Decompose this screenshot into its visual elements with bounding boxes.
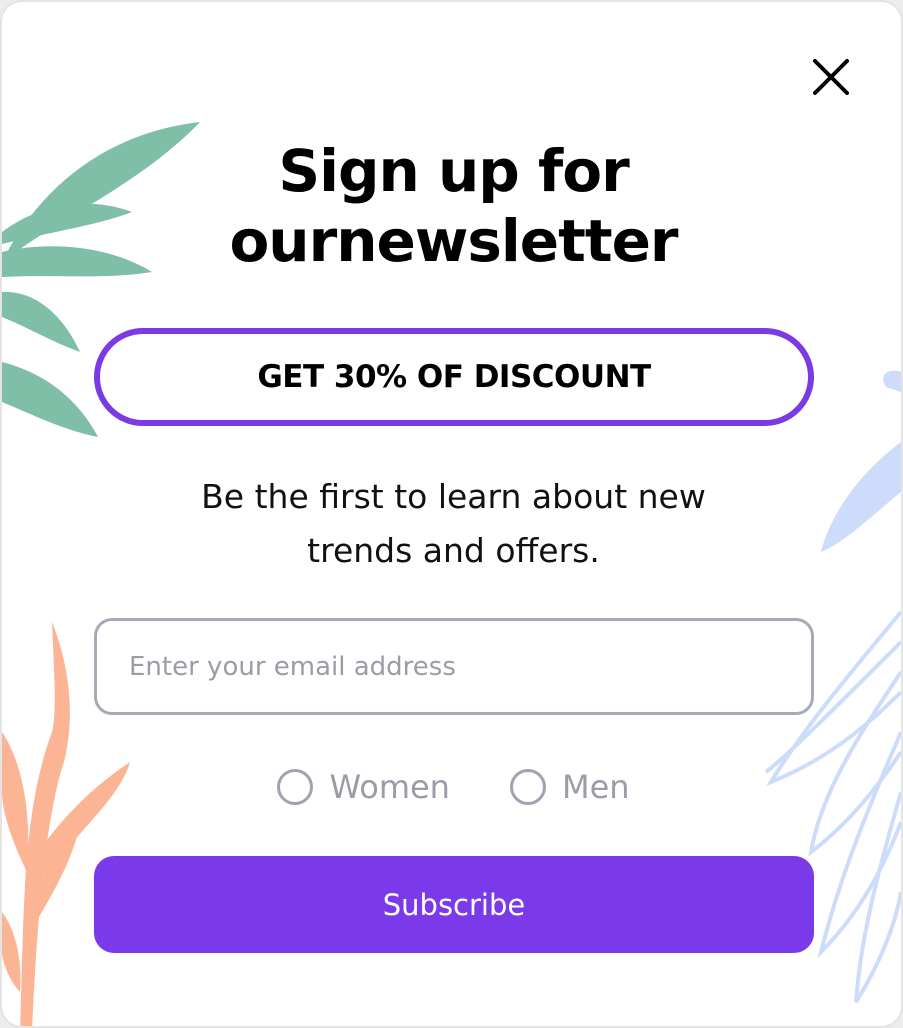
radio-option-women[interactable]: Women <box>277 764 450 810</box>
close-icon <box>813 59 849 95</box>
gender-radio-group: Women Men <box>2 764 901 810</box>
radio-label-women: Women <box>329 768 450 806</box>
radio-option-men[interactable]: Men <box>509 764 630 810</box>
radio-label-men: Men <box>561 768 630 806</box>
close-button[interactable] <box>808 54 854 100</box>
radio-women[interactable] <box>277 769 314 805</box>
email-input[interactable] <box>94 618 814 715</box>
newsletter-popup: Sign up for ournewsletter GET 30% OF DIS… <box>0 0 903 1028</box>
title-line-1: Sign up for <box>278 137 629 205</box>
discount-badge-label: GET 30% OF DISCOUNT <box>257 359 651 395</box>
subtitle-line-1: Be the first to learn about new <box>201 477 706 516</box>
radio-men[interactable] <box>509 769 546 805</box>
subtitle-line-2: trends and offers. <box>307 531 600 570</box>
discount-badge: GET 30% OF DISCOUNT <box>94 328 814 426</box>
popup-subtitle: Be the first to learn about new trends a… <box>2 470 901 578</box>
subscribe-button[interactable]: Subscribe <box>94 856 814 953</box>
popup-title: Sign up for ournewsletter <box>2 136 901 276</box>
title-line-2: ournewsletter <box>229 207 678 275</box>
